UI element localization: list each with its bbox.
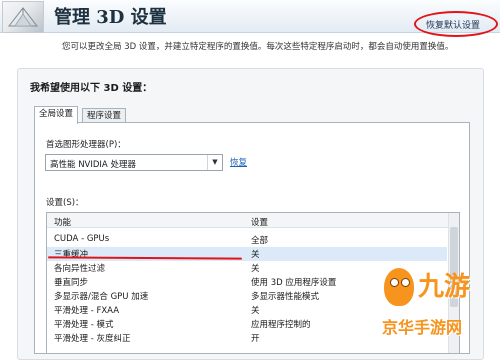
- graphics-processor-value: 高性能 NVIDIA 处理器: [50, 160, 136, 170]
- feature-cell: 各向异性过滤: [54, 264, 106, 274]
- page-description: 您可以更改全局 3D 设置，并建立特定程序的置换值。每次这些特定程序启动时，都会…: [62, 42, 454, 52]
- tab-program-settings[interactable]: 程序设置: [82, 108, 127, 123]
- setting-cell: 使用 3D 应用程序设置: [251, 278, 337, 288]
- table-row[interactable]: CUDA - GPUs 全部: [47, 233, 447, 247]
- feature-cell: 平滑处理 - 灰度纠正: [54, 334, 131, 344]
- red-annotation-circle: [414, 11, 498, 37]
- setting-cell: 应用程序控制的: [251, 320, 311, 330]
- table-row[interactable]: 三重缓冲 关: [47, 247, 447, 261]
- graphics-processor-label: 首选图形处理器(P)：: [46, 140, 126, 150]
- settings-label: 设置(S)：: [46, 198, 84, 208]
- watermark-brand: 九游: [418, 272, 471, 302]
- setting-cell: 关: [251, 306, 260, 316]
- jiuyou-watermark: 九游 京华手游网: [378, 262, 500, 339]
- setting-cell: 开: [251, 334, 260, 344]
- restore-settings-link[interactable]: 恢复: [230, 156, 247, 168]
- tab-global-settings[interactable]: 全局设置: [34, 106, 79, 124]
- feature-cell: 平滑处理 - FXAA: [54, 306, 120, 316]
- graphics-processor-select[interactable]: 高性能 NVIDIA 处理器 ▼: [45, 154, 223, 171]
- column-setting: 设置: [251, 218, 269, 228]
- panel-heading: 我希望使用以下 3D 设置：: [30, 83, 153, 94]
- setting-cell: 关: [251, 250, 260, 260]
- setting-cell: 全部: [251, 236, 269, 246]
- feature-cell: 垂直同步: [54, 278, 89, 288]
- column-feature: 功能: [54, 218, 72, 228]
- jiuyou-logo-icon: [384, 268, 414, 306]
- watermark-site: 京华手游网: [382, 318, 463, 337]
- feature-cell: 平滑处理 - 模式: [54, 320, 114, 330]
- page-title: 管理 3D 设置: [54, 7, 167, 28]
- setting-cell: 关: [251, 264, 260, 274]
- feature-cell: 多显示器/混合 GPU 加速: [54, 292, 149, 302]
- chevron-down-icon[interactable]: ▼: [207, 155, 222, 170]
- feature-cell: CUDA - GPUs: [54, 234, 110, 244]
- table-header: 功能 设置: [47, 213, 459, 228]
- nvidia-3d-settings-icon: [2, 1, 44, 33]
- setting-cell: 多显示器性能模式: [251, 292, 320, 302]
